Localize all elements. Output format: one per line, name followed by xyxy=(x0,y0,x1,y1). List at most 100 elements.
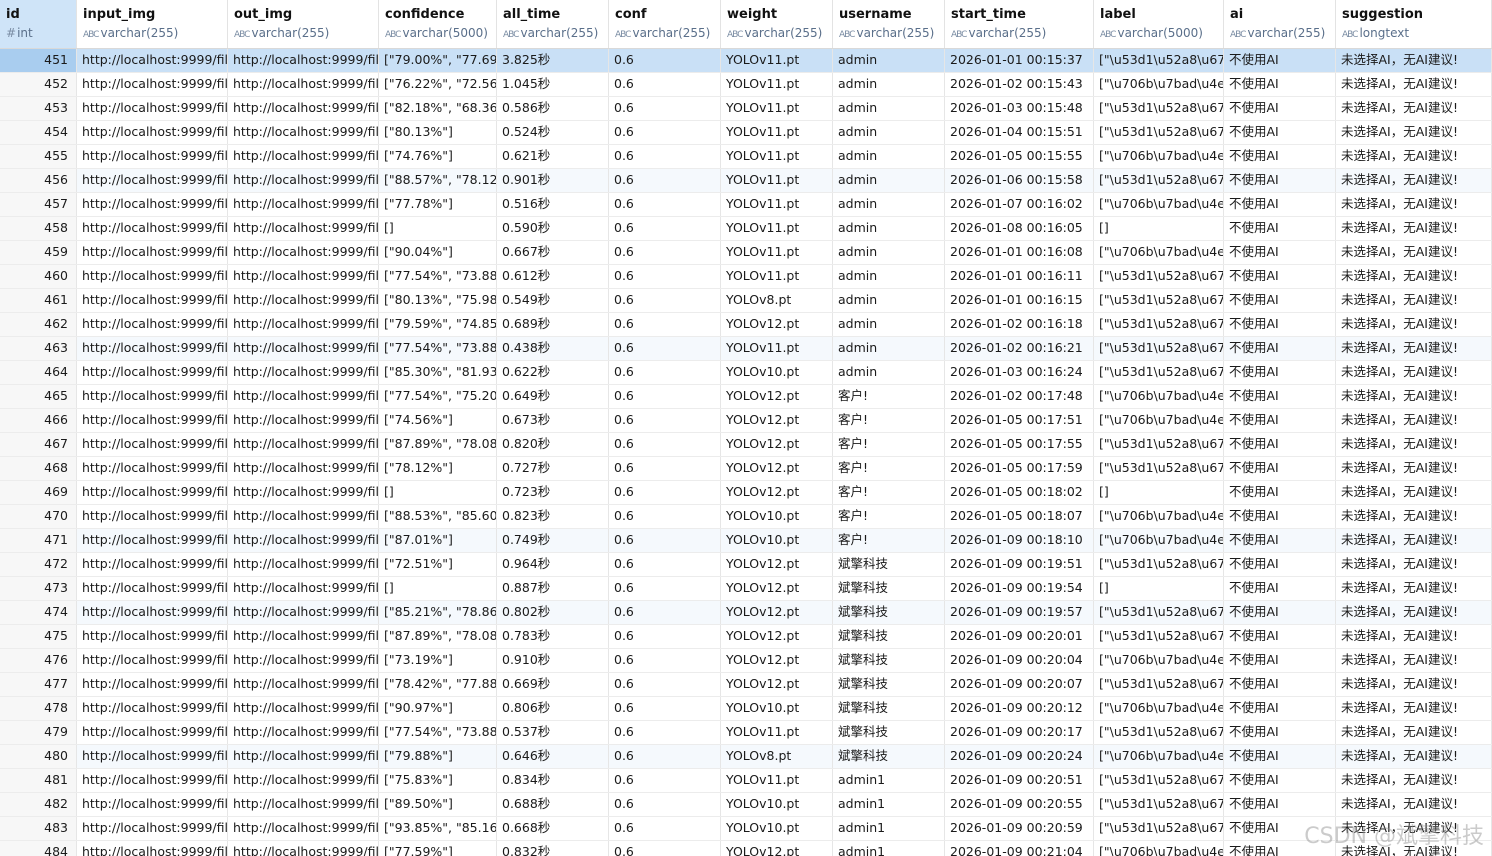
cell-label[interactable]: ["\u53d1\u52a8\u673 xyxy=(1094,49,1224,72)
cell-id[interactable]: 474 xyxy=(0,601,77,624)
cell-conf[interactable]: 0.6 xyxy=(609,601,721,624)
cell-conf[interactable]: 0.6 xyxy=(609,577,721,600)
cell-weight[interactable]: YOLOv10.pt xyxy=(721,361,833,384)
cell-start-time[interactable]: 2026-01-05 00:17:55 xyxy=(945,433,1094,456)
cell-input-img[interactable]: http://localhost:9999/file xyxy=(77,49,228,72)
cell-start-time[interactable]: 2026-01-05 00:18:02 xyxy=(945,481,1094,504)
cell-out-img[interactable]: http://localhost:9999/file xyxy=(228,769,379,792)
table-row[interactable]: 461 http://localhost:9999/file http://loca… xyxy=(0,289,1492,313)
cell-username[interactable]: 客户! xyxy=(833,409,945,432)
cell-ai[interactable]: 不使用AI xyxy=(1224,649,1336,672)
cell-ai[interactable]: 不使用AI xyxy=(1224,97,1336,120)
cell-id[interactable]: 458 xyxy=(0,217,77,240)
cell-weight[interactable]: YOLOv12.pt xyxy=(721,553,833,576)
column-header-out-img[interactable]: out_img ABC varchar(255) xyxy=(228,0,379,48)
cell-suggestion[interactable]: 未选择AI，无AI建议! xyxy=(1336,73,1492,96)
cell-out-img[interactable]: http://localhost:9999/file xyxy=(228,649,379,672)
cell-start-time[interactable]: 2026-01-09 00:20:17 xyxy=(945,721,1094,744)
table-row[interactable]: 459 http://localhost:9999/file http://loca… xyxy=(0,241,1492,265)
cell-suggestion[interactable]: 未选择AI，无AI建议! xyxy=(1336,505,1492,528)
cell-conf[interactable]: 0.6 xyxy=(609,841,721,856)
cell-weight[interactable]: YOLOv12.pt xyxy=(721,385,833,408)
cell-id[interactable]: 479 xyxy=(0,721,77,744)
cell-label[interactable]: ["\u53d1\u52a8\u673 xyxy=(1094,169,1224,192)
cell-ai[interactable]: 不使用AI xyxy=(1224,409,1336,432)
cell-input-img[interactable]: http://localhost:9999/file xyxy=(77,289,228,312)
cell-label[interactable]: [] xyxy=(1094,481,1224,504)
cell-weight[interactable]: YOLOv10.pt xyxy=(721,697,833,720)
table-row[interactable]: 466 http://localhost:9999/file http://loca… xyxy=(0,409,1492,433)
cell-out-img[interactable]: http://localhost:9999/file xyxy=(228,577,379,600)
cell-ai[interactable]: 不使用AI xyxy=(1224,793,1336,816)
cell-label[interactable]: ["\u53d1\u52a8\u673 xyxy=(1094,625,1224,648)
cell-id[interactable]: 459 xyxy=(0,241,77,264)
cell-id[interactable]: 465 xyxy=(0,385,77,408)
cell-all-time[interactable]: 0.887秒 xyxy=(497,577,609,600)
cell-all-time[interactable]: 0.901秒 xyxy=(497,169,609,192)
cell-start-time[interactable]: 2026-01-02 00:16:18 xyxy=(945,313,1094,336)
cell-id[interactable]: 455 xyxy=(0,145,77,168)
cell-out-img[interactable]: http://localhost:9999/file xyxy=(228,169,379,192)
cell-suggestion[interactable]: 未选择AI，无AI建议! xyxy=(1336,145,1492,168)
cell-conf[interactable]: 0.6 xyxy=(609,337,721,360)
cell-label[interactable]: ["\u53d1\u52a8\u673 xyxy=(1094,313,1224,336)
cell-input-img[interactable]: http://localhost:9999/file xyxy=(77,97,228,120)
cell-username[interactable]: 客户! xyxy=(833,481,945,504)
cell-label[interactable]: ["\u706b\u7bad\u4e xyxy=(1094,529,1224,552)
cell-all-time[interactable]: 0.806秒 xyxy=(497,697,609,720)
cell-all-time[interactable]: 3.825秒 xyxy=(497,49,609,72)
cell-start-time[interactable]: 2026-01-05 00:17:59 xyxy=(945,457,1094,480)
cell-input-img[interactable]: http://localhost:9999/file xyxy=(77,505,228,528)
cell-suggestion[interactable]: 未选择AI，无AI建议! xyxy=(1336,577,1492,600)
cell-id[interactable]: 464 xyxy=(0,361,77,384)
cell-confidence[interactable]: ["77.78%"] xyxy=(379,193,497,216)
cell-username[interactable]: admin xyxy=(833,313,945,336)
cell-suggestion[interactable]: 未选择AI，无AI建议! xyxy=(1336,481,1492,504)
cell-username[interactable]: admin xyxy=(833,193,945,216)
cell-all-time[interactable]: 0.823秒 xyxy=(497,505,609,528)
cell-input-img[interactable]: http://localhost:9999/file xyxy=(77,73,228,96)
table-row[interactable]: 451 http://localhost:9999/file http://loca… xyxy=(0,49,1492,73)
cell-input-img[interactable]: http://localhost:9999/file xyxy=(77,217,228,240)
table-row[interactable]: 469 http://localhost:9999/file http://loca… xyxy=(0,481,1492,505)
cell-input-img[interactable]: http://localhost:9999/file xyxy=(77,169,228,192)
cell-start-time[interactable]: 2026-01-02 00:15:43 xyxy=(945,73,1094,96)
cell-label[interactable]: ["\u706b\u7bad\u4e xyxy=(1094,409,1224,432)
column-header-id[interactable]: id # int xyxy=(0,0,77,48)
cell-label[interactable]: [] xyxy=(1094,577,1224,600)
cell-confidence[interactable]: ["78.12%"] xyxy=(379,457,497,480)
cell-id[interactable]: 467 xyxy=(0,433,77,456)
cell-username[interactable]: 斌擎科技 xyxy=(833,745,945,768)
cell-suggestion[interactable]: 未选择AI，无AI建议! xyxy=(1336,625,1492,648)
cell-ai[interactable]: 不使用AI xyxy=(1224,361,1336,384)
cell-weight[interactable]: YOLOv12.pt xyxy=(721,409,833,432)
cell-start-time[interactable]: 2026-01-09 00:20:51 xyxy=(945,769,1094,792)
cell-conf[interactable]: 0.6 xyxy=(609,793,721,816)
cell-out-img[interactable]: http://localhost:9999/file xyxy=(228,217,379,240)
cell-confidence[interactable]: ["82.18%", "68.36% xyxy=(379,97,497,120)
cell-suggestion[interactable]: 未选择AI，无AI建议! xyxy=(1336,289,1492,312)
cell-suggestion[interactable]: 未选择AI，无AI建议! xyxy=(1336,769,1492,792)
cell-label[interactable]: ["\u53d1\u52a8\u673 xyxy=(1094,265,1224,288)
cell-conf[interactable]: 0.6 xyxy=(609,73,721,96)
cell-input-img[interactable]: http://localhost:9999/file xyxy=(77,697,228,720)
cell-label[interactable]: ["\u53d1\u52a8\u673 xyxy=(1094,457,1224,480)
cell-weight[interactable]: YOLOv12.pt xyxy=(721,577,833,600)
cell-id[interactable]: 456 xyxy=(0,169,77,192)
cell-conf[interactable]: 0.6 xyxy=(609,385,721,408)
cell-label[interactable]: ["\u53d1\u52a8\u673 xyxy=(1094,361,1224,384)
table-row[interactable]: 460 http://localhost:9999/file http://loca… xyxy=(0,265,1492,289)
cell-id[interactable]: 475 xyxy=(0,625,77,648)
cell-start-time[interactable]: 2026-01-09 00:20:07 xyxy=(945,673,1094,696)
table-row[interactable]: 463 http://localhost:9999/file http://loca… xyxy=(0,337,1492,361)
cell-weight[interactable]: YOLOv11.pt xyxy=(721,169,833,192)
cell-input-img[interactable]: http://localhost:9999/file xyxy=(77,769,228,792)
cell-username[interactable]: admin1 xyxy=(833,841,945,856)
cell-confidence[interactable]: ["85.21%", "78.86% xyxy=(379,601,497,624)
cell-label[interactable]: ["\u706b\u7bad\u4e xyxy=(1094,649,1224,672)
cell-input-img[interactable]: http://localhost:9999/file xyxy=(77,193,228,216)
cell-ai[interactable]: 不使用AI xyxy=(1224,577,1336,600)
cell-start-time[interactable]: 2026-01-09 00:20:12 xyxy=(945,697,1094,720)
cell-start-time[interactable]: 2026-01-02 00:16:21 xyxy=(945,337,1094,360)
cell-conf[interactable]: 0.6 xyxy=(609,241,721,264)
